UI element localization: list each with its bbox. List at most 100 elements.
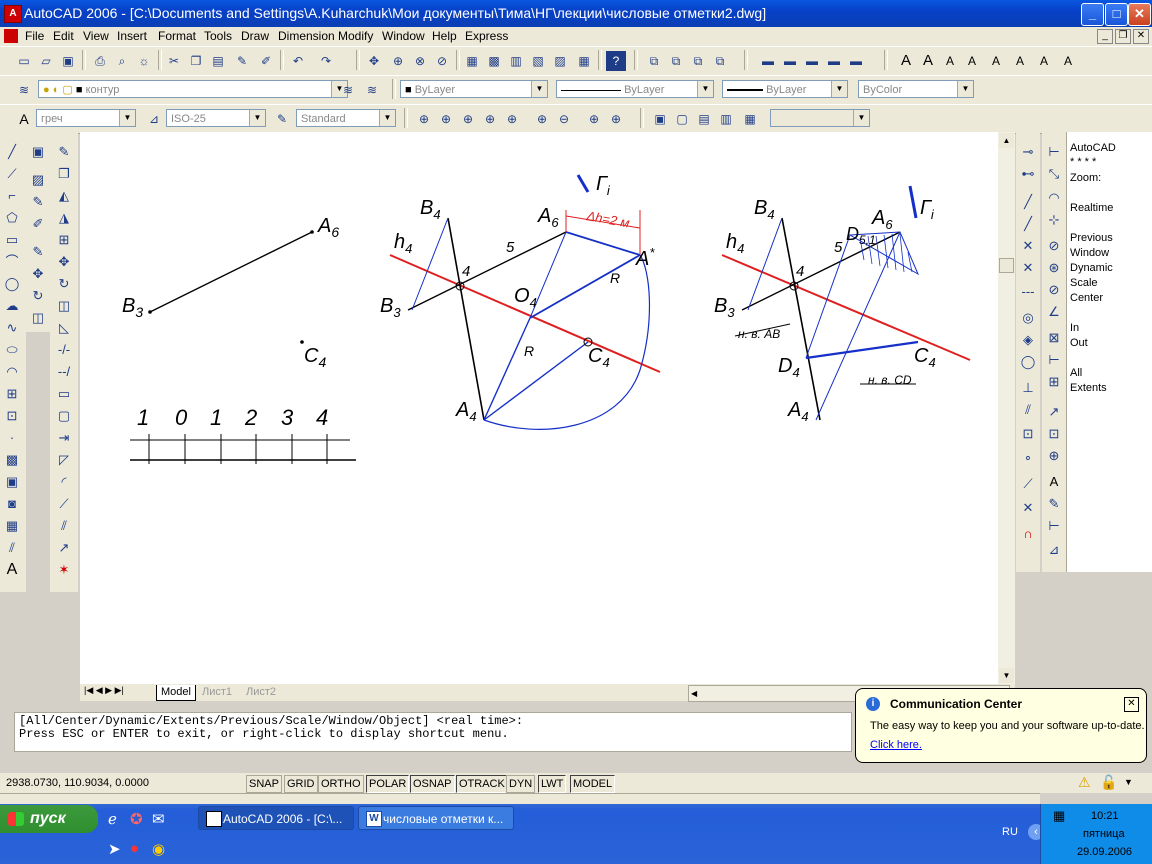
move-2-icon[interactable]: ✥: [54, 252, 74, 272]
dim-jogged-icon[interactable]: ⊛: [1044, 258, 1064, 278]
make-block-icon[interactable]: ⊡: [2, 406, 22, 426]
tolerance-icon[interactable]: ⊡: [1044, 424, 1064, 444]
tab-model[interactable]: Model: [156, 685, 196, 701]
tab-sheet1[interactable]: Лист1: [198, 685, 236, 700]
status-menu-arrow-icon[interactable]: ▼: [1124, 777, 1133, 787]
plotstyle-select[interactable]: ByColor ▼: [858, 80, 974, 98]
plot-icon[interactable]: ⎙: [90, 51, 110, 71]
text-style-icon[interactable]: A: [14, 109, 34, 129]
make-current-layer-icon[interactable]: ≋: [338, 80, 358, 100]
tool-palettes-icon[interactable]: ▥: [506, 51, 526, 71]
menu-insert[interactable]: Insert: [117, 29, 147, 43]
text-icon-2[interactable]: A: [918, 51, 938, 71]
mtext-icon[interactable]: A: [2, 560, 22, 580]
network-icon[interactable]: ▦: [1053, 808, 1065, 824]
warning-icon[interactable]: ⚠: [1078, 774, 1091, 791]
markup-icon[interactable]: ▨: [550, 51, 570, 71]
table-icon[interactable]: ▦: [2, 516, 22, 536]
circle-icon[interactable]: ◯: [2, 274, 22, 294]
trim-icon[interactable]: -/-: [54, 340, 74, 360]
break-icon[interactable]: ▢: [54, 406, 74, 426]
zoom-center-icon[interactable]: ⊕: [480, 109, 500, 129]
line-icon[interactable]: ╱: [2, 142, 22, 162]
dyn-toggle[interactable]: DYN: [506, 775, 536, 793]
polygon-icon[interactable]: ⬠: [2, 208, 22, 228]
quicklaunch-mail-icon[interactable]: ✉: [152, 810, 165, 828]
ellipse-arc-icon[interactable]: ◠: [2, 362, 22, 382]
quicklaunch-opera-icon[interactable]: ●: [130, 840, 139, 857]
table-style-select[interactable]: Standard ▼: [296, 109, 396, 127]
lineweight-select[interactable]: ByLayer ▼: [722, 80, 848, 98]
snap-from-icon[interactable]: ⊷: [1018, 164, 1038, 184]
mirror-icon[interactable]: ✎: [28, 192, 48, 212]
zoom-out-icon[interactable]: ⊖: [554, 109, 574, 129]
dim-edit-icon[interactable]: A: [1044, 472, 1064, 492]
align-icon-3[interactable]: ⧉: [688, 51, 708, 71]
dim-text-edit-icon[interactable]: ✎: [1044, 494, 1064, 514]
dim-style-2-icon[interactable]: ⊿: [1044, 540, 1064, 560]
zoom-window-tb-icon[interactable]: ⊕: [414, 109, 434, 129]
scroll-down-button[interactable]: ▼: [999, 668, 1014, 683]
properties-icon[interactable]: ▦: [462, 51, 482, 71]
viewport-icon-2[interactable]: ▢: [672, 109, 692, 129]
pan-icon[interactable]: ✥: [364, 51, 384, 71]
erase-icon[interactable]: ▣: [28, 142, 48, 162]
snap-tangent-icon[interactable]: ◯: [1018, 352, 1038, 372]
construction-line-icon[interactable]: ⟋: [2, 164, 22, 184]
dim-arc-icon[interactable]: ◠: [1044, 188, 1064, 208]
quicklaunch-media-icon[interactable]: ◉: [152, 840, 165, 858]
move-icon[interactable]: ✥: [28, 264, 48, 284]
ellipse-icon[interactable]: ⬭: [2, 340, 22, 360]
scale-2-icon[interactable]: ◫: [54, 296, 74, 316]
polyline-icon[interactable]: ⌐: [2, 186, 22, 206]
quick-leader-icon[interactable]: ↗: [1044, 402, 1064, 422]
snap-intersection-icon[interactable]: ✕: [1018, 236, 1038, 256]
text-icon-4[interactable]: A: [962, 51, 982, 71]
snap-apparent-icon[interactable]: ✕: [1018, 258, 1038, 278]
model-toggle[interactable]: MODEL: [570, 775, 616, 793]
snap-parallel-icon[interactable]: ⫽: [1018, 400, 1038, 420]
dim-baseline-icon[interactable]: ⊢: [1044, 350, 1064, 370]
grid-toggle[interactable]: GRID: [284, 775, 318, 793]
zoom-all-icon[interactable]: ⊕: [584, 109, 604, 129]
snap-insert-icon[interactable]: ⊡: [1018, 424, 1038, 444]
dim-icon-1[interactable]: ▬: [758, 51, 778, 71]
dim-style-select[interactable]: ISO-25 ▼: [166, 109, 266, 127]
layer-manager-icon[interactable]: ≋: [14, 80, 34, 100]
text-icon-6[interactable]: A: [1010, 51, 1030, 71]
dim-update-icon[interactable]: ⊢: [1044, 516, 1064, 536]
zoom-extents-icon[interactable]: ⊕: [606, 109, 626, 129]
stretch-icon[interactable]: ◺: [54, 318, 74, 338]
snap-midpoint-icon[interactable]: ╱: [1018, 214, 1038, 234]
copy-object-icon[interactable]: ▨: [28, 170, 48, 190]
polar-toggle[interactable]: POLAR: [366, 775, 410, 793]
tab-nav-first[interactable]: |◀ ◀ ▶ ▶|: [84, 685, 124, 696]
close-button[interactable]: ✕: [1128, 3, 1151, 26]
viewport-icon-5[interactable]: ▦: [740, 109, 760, 129]
zoom-previous-icon[interactable]: ⊘: [432, 51, 452, 71]
command-window[interactable]: [All/Center/Dynamic/Extents/Previous/Sca…: [14, 712, 852, 752]
snap-center-icon[interactable]: ◎: [1018, 308, 1038, 328]
autocad-app-icon[interactable]: A: [4, 5, 22, 23]
doc-close-button[interactable]: ✕: [1133, 29, 1149, 44]
zoom-object-icon[interactable]: ⊕: [502, 109, 522, 129]
scroll-up-button[interactable]: ▲: [999, 133, 1014, 148]
align-icon-1[interactable]: ⧉: [644, 51, 664, 71]
dim-radius-icon[interactable]: ⊘: [1044, 236, 1064, 256]
mirror-2-icon[interactable]: ◭: [54, 186, 74, 206]
cut-icon[interactable]: ✂: [164, 51, 184, 71]
zoom-realtime-icon[interactable]: ⊕: [388, 51, 408, 71]
calculator-icon[interactable]: ▦: [574, 51, 594, 71]
ortho-toggle[interactable]: ORTHO: [318, 775, 364, 793]
publish-icon[interactable]: ☼: [134, 51, 154, 71]
language-indicator[interactable]: RU: [1002, 826, 1018, 838]
point-icon[interactable]: ·: [2, 428, 22, 448]
drawing-canvas[interactable]: A6 B3 C4 1 0 1 2 3 4 Гi B4 A6 h4 5 4 Δh=…: [80, 132, 998, 684]
copy-2-icon[interactable]: ❐: [54, 164, 74, 184]
fillet-icon[interactable]: ◜: [54, 472, 74, 492]
color-select[interactable]: ■ ByLayer ▼: [400, 80, 548, 98]
menu-draw[interactable]: Draw: [241, 29, 269, 43]
revision-cloud-icon[interactable]: ☁: [2, 296, 22, 316]
explode-2-icon[interactable]: ✶: [54, 560, 74, 580]
array-2-icon[interactable]: ⊞: [54, 230, 74, 250]
